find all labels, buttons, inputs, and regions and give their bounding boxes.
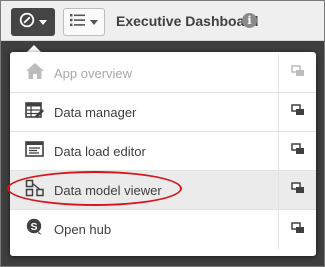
menu-item-label: App overview xyxy=(54,65,133,81)
menu-item-label: Open hub xyxy=(54,222,112,237)
open-in-new-tab-icon xyxy=(290,181,305,199)
menu-item-data-load-editor[interactable]: Data load editor xyxy=(10,132,316,171)
home-icon xyxy=(25,62,45,85)
menu-item-label: Data model viewer xyxy=(54,182,162,198)
chevron-down-icon xyxy=(90,19,98,25)
open-in-new-tab-icon xyxy=(290,64,305,82)
app-title: Executive Dashboard xyxy=(116,13,259,29)
sheets-list-button[interactable] xyxy=(63,8,105,36)
open-in-new-tab-icon xyxy=(290,103,305,121)
chevron-down-icon xyxy=(39,19,47,25)
data-load-editor-icon xyxy=(25,140,45,163)
menu-item-label: Data load editor xyxy=(54,143,146,159)
toolbar: Executive Dashboard i xyxy=(1,1,324,41)
menu-item-app-overview[interactable]: App overview xyxy=(10,54,316,93)
navigation-menu-popup: App overview Data manager Data load edit… xyxy=(10,52,316,256)
navigation-menu-button[interactable] xyxy=(11,8,55,36)
open-in-new-tab-button[interactable] xyxy=(278,54,316,92)
menu-item-data-model-viewer[interactable]: Data model viewer xyxy=(10,171,316,210)
open-in-new-tab-icon xyxy=(290,221,305,239)
data-model-viewer-icon xyxy=(25,179,45,202)
open-in-new-tab-button[interactable] xyxy=(278,132,316,170)
open-in-new-tab-button[interactable] xyxy=(278,93,316,131)
menu-item-label: Data manager xyxy=(54,104,137,120)
hub-icon: S xyxy=(25,218,45,241)
open-in-new-tab-button[interactable] xyxy=(278,210,316,249)
open-in-new-tab-button[interactable] xyxy=(278,171,316,209)
open-in-new-tab-icon xyxy=(290,142,305,160)
svg-text:S: S xyxy=(30,221,37,233)
data-manager-icon xyxy=(25,101,45,124)
info-icon[interactable]: i xyxy=(242,13,257,28)
menu-item-open-hub[interactable]: S Open hub xyxy=(10,210,316,249)
list-icon xyxy=(70,13,86,32)
compass-icon xyxy=(19,12,35,33)
menu-item-data-manager[interactable]: Data manager xyxy=(10,93,316,132)
